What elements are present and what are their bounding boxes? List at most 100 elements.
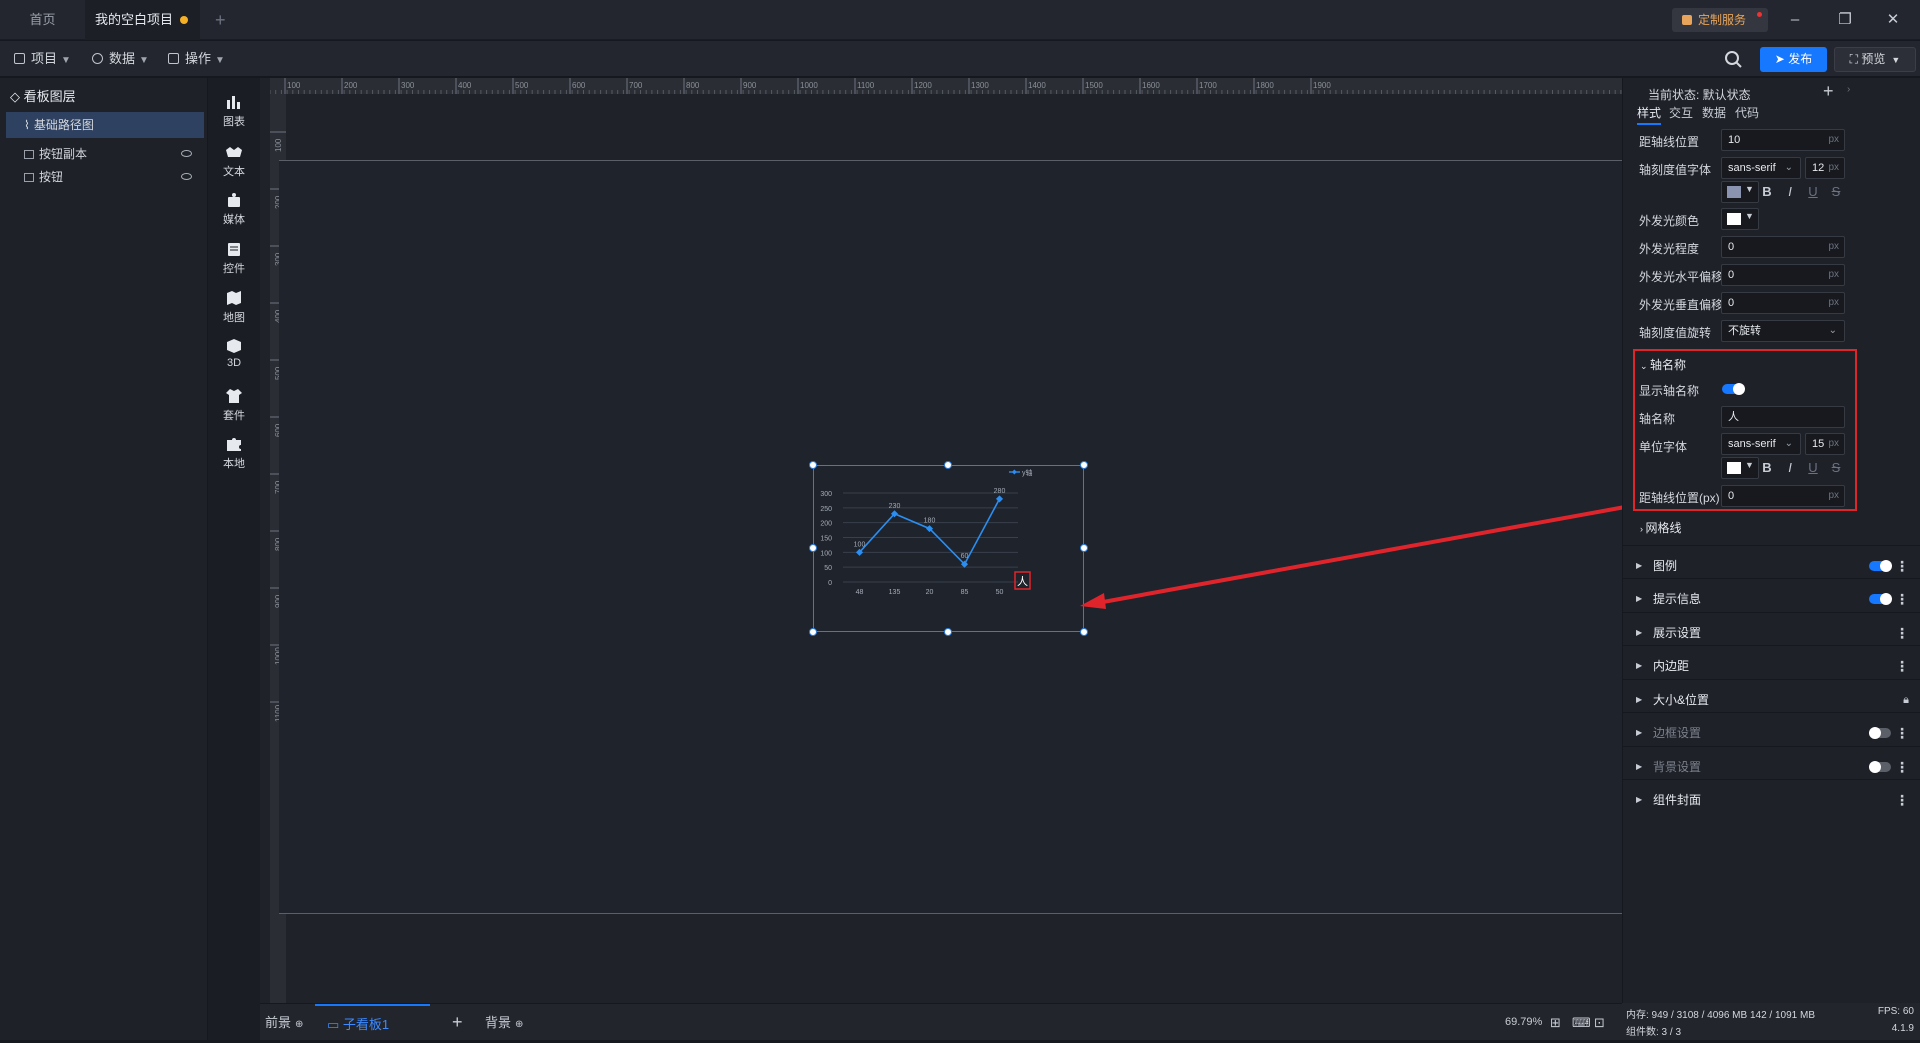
component-3d[interactable]: 3D xyxy=(208,338,260,369)
custom-service-label: 定制服务 xyxy=(1698,13,1747,27)
component-text[interactable]: 文本 xyxy=(208,144,260,179)
axis-name-color-picker[interactable]: ▼ xyxy=(1721,457,1759,479)
eye-icon[interactable] xyxy=(181,173,192,180)
chevron-down-icon: ▼ xyxy=(1891,55,1901,65)
tab-foreground[interactable]: 前景 ⊕ xyxy=(265,1004,303,1041)
tick-color-picker[interactable]: ▼ xyxy=(1721,181,1759,203)
prop-label: 外发光程度 xyxy=(1639,242,1700,256)
tab-data[interactable]: 数据 xyxy=(1702,104,1726,121)
background-label: 背景 xyxy=(485,1015,512,1030)
layer-item-line-chart[interactable]: ⌇ 基础路径图 xyxy=(6,112,204,138)
tab-sub-board[interactable]: ▭ 子看板1 xyxy=(315,1004,430,1041)
resize-handle[interactable] xyxy=(809,628,817,636)
grid-line-header[interactable]: › 网格线 xyxy=(1640,519,1682,536)
axis-line-pos-input[interactable]: 10 px xyxy=(1721,129,1845,151)
custom-service-button[interactable]: 定制服务 xyxy=(1672,8,1768,32)
resize-handle[interactable] xyxy=(1080,628,1088,636)
add-circle-icon[interactable]: ⊕ xyxy=(515,1019,523,1030)
tab-code[interactable]: 代码 xyxy=(1735,104,1759,121)
add-board-button[interactable]: + xyxy=(452,1004,463,1041)
notification-dot xyxy=(1757,12,1762,17)
zoom-level[interactable]: 69.79% xyxy=(1505,1004,1542,1041)
sub-board-label: 子看板1 xyxy=(342,1017,390,1032)
search-icon[interactable] xyxy=(1723,49,1743,69)
restore-button[interactable]: ❐ xyxy=(1820,0,1870,40)
minimize-button[interactable]: – xyxy=(1770,0,1820,40)
ruler-gap xyxy=(260,78,270,1003)
menu-project[interactable]: 项目 ▼ xyxy=(14,41,71,77)
bottom-bar: 前景 ⊕ ▭ 子看板1 + 背景 ⊕ 69.79% ⊞ ⌨ ⊡ xyxy=(260,1003,1622,1040)
axis-name-pos-input[interactable]: 0 px xyxy=(1721,485,1845,507)
more-icon[interactable]: ⋮ xyxy=(1895,780,1909,820)
tab-project[interactable]: 我的空白项目 xyxy=(85,0,200,40)
caret-right-icon: ▶ xyxy=(1636,795,1643,804)
preview-button[interactable]: ⛶ 预览 ▼ xyxy=(1834,47,1916,72)
tab-home[interactable]: 首页 xyxy=(0,0,85,40)
add-tab-button[interactable]: + xyxy=(205,0,235,40)
shirt-icon xyxy=(226,389,242,403)
component-control[interactable]: 控件 xyxy=(208,241,260,276)
grid-icon xyxy=(168,53,179,64)
italic-icon[interactable]: I xyxy=(1779,460,1801,475)
menu-operation[interactable]: 操作 ▼ xyxy=(168,41,225,77)
strikethrough-icon[interactable]: S xyxy=(1825,460,1847,475)
terminal-icon[interactable]: ⊡ xyxy=(1594,1004,1605,1041)
layers-title-label: 看板图层 xyxy=(23,89,76,104)
section-cover[interactable]: ▶ 组件封面 ⋮ xyxy=(1623,779,1920,819)
fit-screen-icon[interactable]: ⊞ xyxy=(1550,1004,1561,1041)
close-button[interactable]: ✕ xyxy=(1868,0,1918,40)
publish-button[interactable]: ➤ 发布 xyxy=(1760,47,1827,72)
bold-icon[interactable]: B xyxy=(1756,184,1778,199)
axis-name-size-input[interactable]: 15 px xyxy=(1805,433,1845,455)
tooltip-toggle[interactable] xyxy=(1869,593,1892,605)
send-icon: ➤ xyxy=(1774,52,1789,66)
section-title: 网格线 xyxy=(1645,521,1682,535)
glow-v-input[interactable]: 0 px xyxy=(1721,292,1845,314)
component-kit[interactable]: 套件 xyxy=(208,388,260,423)
prop-label: 单位字体 xyxy=(1639,440,1688,454)
axis-name-font-select[interactable]: sans-serif ⌄ xyxy=(1721,433,1801,455)
underline-icon[interactable]: U xyxy=(1802,184,1824,199)
component-local[interactable]: 本地 xyxy=(208,436,260,471)
chart-selection-box[interactable] xyxy=(813,465,1084,632)
resize-handle[interactable] xyxy=(944,628,952,636)
bold-icon[interactable]: B xyxy=(1756,460,1778,475)
tab-style[interactable]: 样式 xyxy=(1637,104,1661,121)
underline-icon[interactable]: U xyxy=(1802,460,1824,475)
glow-color-picker[interactable]: ▼ xyxy=(1721,208,1759,230)
tick-font-select[interactable]: sans-serif ⌄ xyxy=(1721,157,1801,179)
component-media[interactable]: 媒体 xyxy=(208,192,260,227)
toggle-knob xyxy=(1869,761,1881,773)
tick-font-size-input[interactable]: 12 px xyxy=(1805,157,1845,179)
glow-h-input[interactable]: 0 px xyxy=(1721,264,1845,286)
show-axis-name-toggle[interactable] xyxy=(1722,383,1745,395)
resize-handle[interactable] xyxy=(1080,461,1088,469)
italic-icon[interactable]: I xyxy=(1779,184,1801,199)
add-state-button[interactable]: + xyxy=(1823,81,1834,102)
tab-background[interactable]: 背景 ⊕ xyxy=(485,1004,523,1041)
strikethrough-icon[interactable]: S xyxy=(1825,184,1847,199)
custom-service-icon xyxy=(1682,15,1692,25)
layer-item-button[interactable]: 按钮 xyxy=(6,164,204,190)
chevron-right-icon[interactable]: › xyxy=(1847,84,1850,95)
resize-handle[interactable] xyxy=(944,461,952,469)
border-toggle[interactable] xyxy=(1869,727,1891,739)
resize-handle[interactable] xyxy=(809,544,817,552)
section-title: 背景设置 xyxy=(1653,760,1702,774)
axis-name-input[interactable]: 人 xyxy=(1721,406,1845,428)
add-circle-icon[interactable]: ⊕ xyxy=(295,1019,303,1030)
component-chart[interactable]: 图表 xyxy=(208,94,260,129)
keyboard-icon[interactable]: ⌨ xyxy=(1572,1004,1591,1041)
tab-interaction[interactable]: 交互 xyxy=(1669,104,1693,121)
resize-handle[interactable] xyxy=(809,461,817,469)
component-map[interactable]: 地图 xyxy=(208,290,260,325)
tick-rotate-select[interactable]: 不旋转 ⌄ xyxy=(1721,320,1845,342)
axis-name-header[interactable]: ⌄ 轴名称 xyxy=(1640,356,1686,373)
glow-level-input[interactable]: 0 px xyxy=(1721,236,1845,258)
background-toggle[interactable] xyxy=(1869,761,1891,773)
chevron-down-icon: ⌄ xyxy=(1828,325,1837,336)
text-icon xyxy=(226,147,242,157)
eye-icon[interactable] xyxy=(181,150,192,157)
menu-data[interactable]: 数据 ▼ xyxy=(92,41,149,77)
legend-toggle[interactable] xyxy=(1869,560,1892,572)
